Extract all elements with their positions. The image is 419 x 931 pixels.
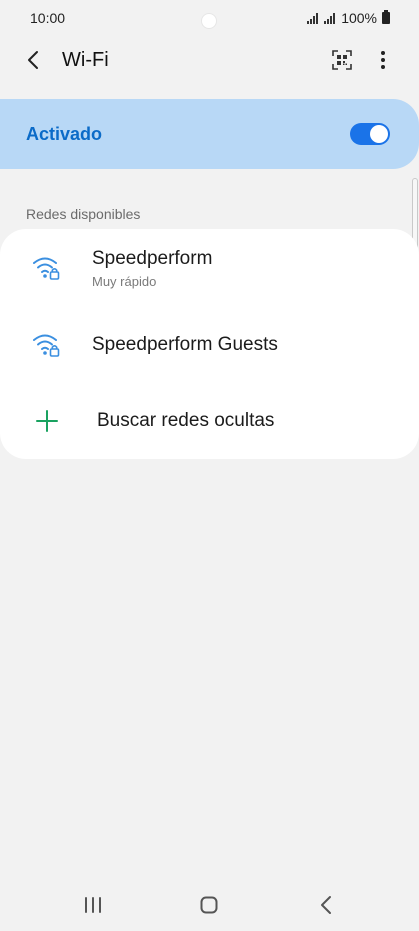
network-list: Speedperform Muy rápido Speedperform Gue… [0, 229, 419, 459]
more-options-button[interactable] [371, 48, 395, 72]
switch-knob [370, 125, 388, 143]
wifi-switch[interactable] [350, 123, 390, 145]
battery-percentage: 100% [341, 10, 377, 26]
plus-icon [36, 410, 58, 432]
network-speed: Muy rápido [92, 274, 157, 289]
more-vert-icon [381, 51, 385, 69]
status-time: 10:00 [30, 10, 66, 26]
battery-icon [382, 10, 390, 24]
add-hidden-network-item[interactable]: Buscar redes ocultas [0, 383, 419, 459]
back-arrow-icon [28, 51, 38, 69]
app-bar: Wi-Fi [0, 36, 419, 84]
back-button[interactable] [22, 48, 46, 72]
qr-code-button[interactable] [330, 48, 354, 72]
wifi-toggle-card[interactable]: Activado [0, 99, 419, 169]
status-indicators: 100% [307, 10, 390, 26]
add-network-label: Buscar redes ocultas [97, 410, 275, 431]
network-name: Speedperform Guests [92, 334, 278, 355]
network-item-speedperform-guests[interactable]: Speedperform Guests [0, 307, 419, 383]
recents-icon[interactable] [83, 896, 103, 914]
signal-icon [307, 12, 319, 24]
signal-icon [324, 12, 336, 24]
wifi-lock-icon [33, 334, 60, 357]
wifi-toggle-label: Activado [26, 123, 103, 144]
navigation-bar [0, 880, 419, 931]
network-item-speedperform[interactable]: Speedperform Muy rápido [0, 229, 419, 307]
wifi-settings-screen: 10:00 100% Wi-Fi Activado Redes disponib… [0, 0, 419, 931]
back-icon[interactable] [318, 895, 334, 915]
home-icon[interactable] [200, 896, 218, 914]
network-name: Speedperform [92, 248, 213, 269]
page-title: Wi-Fi [62, 49, 109, 71]
camera-cutout [201, 13, 217, 29]
available-networks-header: Redes disponibles [26, 206, 141, 222]
wifi-lock-icon [33, 257, 60, 280]
qr-code-icon [332, 50, 352, 70]
